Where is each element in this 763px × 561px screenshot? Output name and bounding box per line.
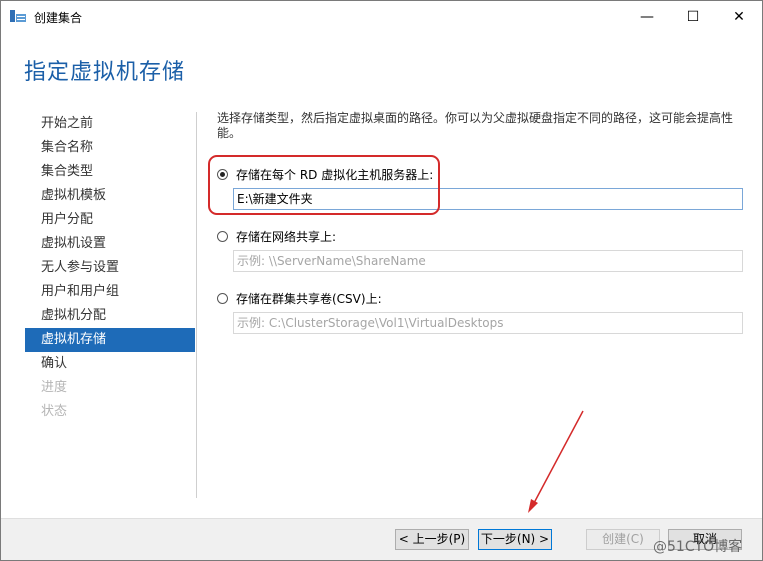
next-button[interactable]: 下一步(N) > (478, 529, 552, 550)
wizard-window: 创建集合 — ☐ ✕ 指定虚拟机存储 开始之前 集合名称 集合类型 虚拟机模板 用户分配… (0, 0, 763, 561)
watermark: @51CTO博客 (653, 539, 743, 555)
prev-button[interactable]: < 上一步(P) (395, 529, 469, 550)
create-button[interactable]: 创建(C) (586, 529, 660, 550)
annotation-arrow (528, 410, 584, 513)
